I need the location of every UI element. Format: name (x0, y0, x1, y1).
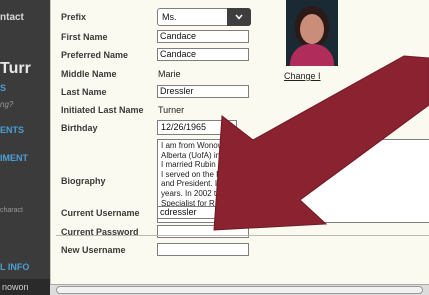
annotation-arrow-icon (213, 55, 429, 231)
arrow-shape (213, 55, 429, 231)
